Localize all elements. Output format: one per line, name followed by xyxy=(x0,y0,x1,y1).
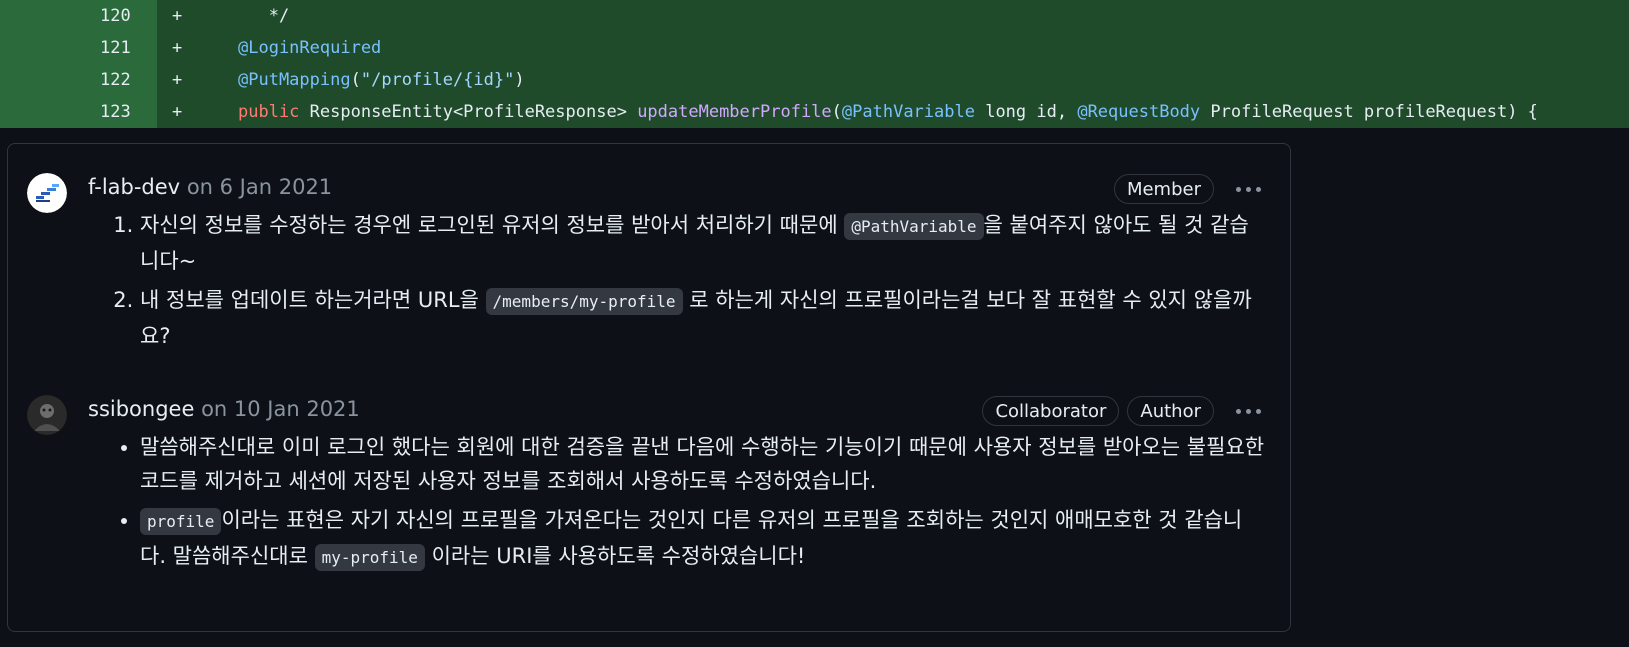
kebab-menu-icon[interactable] xyxy=(1232,174,1264,204)
author-badge: Author xyxy=(1127,396,1214,426)
comment-date[interactable]: on 6 Jan 2021 xyxy=(187,175,332,199)
author-link[interactable]: ssibongee xyxy=(88,397,194,421)
code-token: updateMemberProfile xyxy=(637,102,832,122)
code-line: */ xyxy=(238,0,289,32)
code-token: ) xyxy=(514,70,525,90)
code-token: */ xyxy=(238,6,290,26)
comment-badges: Member xyxy=(1113,174,1264,204)
avatar[interactable] xyxy=(27,395,67,435)
comment-header: f-lab-dev on 6 Jan 2021 xyxy=(88,172,332,202)
avatar[interactable] xyxy=(27,173,67,213)
code-line: @LoginRequired xyxy=(238,32,381,64)
diff-line: 123 + public ResponseEntity<ProfileRespons… xyxy=(0,96,1629,128)
comment-text: 자신의 정보를 수정하는 경우엔 로그인된 유저의 정보를 받아서 처리하기 때… xyxy=(140,213,845,237)
diff-added-sign: + xyxy=(172,70,183,90)
code-token: public xyxy=(238,102,300,122)
code-token: @RequestBody xyxy=(1077,102,1201,122)
comment-date[interactable]: on 10 Jan 2021 xyxy=(201,397,360,421)
line-number[interactable]: 122 xyxy=(100,64,148,96)
code-line: public ResponseEntity<ProfileResponse> u… xyxy=(238,96,1538,128)
diff-added-sign: + xyxy=(172,102,183,122)
code-token: ( xyxy=(831,102,842,122)
review-thread: f-lab-dev on 6 Jan 2021 Member 자신의 정보를 수… xyxy=(7,143,1291,632)
inline-code: profile xyxy=(140,508,222,535)
code-token: ProfileRequest profileRequest) { xyxy=(1200,102,1538,122)
diff-added-sign: + xyxy=(172,6,183,26)
comment-2: ssibongee on 10 Jan 2021 Collaborator Au… xyxy=(8,394,1292,614)
diff-added-sign: + xyxy=(172,38,183,58)
f-lab-logo-icon xyxy=(27,173,67,213)
code-token: ResponseEntity<ProfileResponse> xyxy=(299,102,638,122)
inline-code: my-profile xyxy=(314,544,425,571)
comment-text: 말씀해주신대로 이미 로그인 했다는 회원에 대한 검증을 끝낸 다음에 수행하… xyxy=(140,435,1265,493)
list-item: profile이라는 표현은 자기 자신의 프로필을 가져온다는 것인지 다른 … xyxy=(140,503,1266,575)
author-link[interactable]: f-lab-dev xyxy=(88,175,180,199)
comment-list: 말씀해주신대로 이미 로그인 했다는 회원에 대한 검증을 끝낸 다음에 수행하… xyxy=(106,430,1266,575)
member-badge: Member xyxy=(1113,174,1214,204)
comment-text: 내 정보를 업데이트 하는거라면 URL을 xyxy=(140,288,486,312)
comment-body: 말씀해주신대로 이미 로그인 했다는 회원에 대한 검증을 끝낸 다음에 수행하… xyxy=(106,430,1266,580)
diff-block: 120 + */ 121 + @LoginRequired 122 + @PutMapping… xyxy=(0,0,1629,128)
diff-line: 122 + @PutMapping("/profile/{id}") xyxy=(0,64,1629,96)
comment-badges: Collaborator Author xyxy=(982,396,1264,426)
comment-text: 이라는 URI를 사용하도록 수정하였습니다! xyxy=(424,544,806,568)
code-token: @LoginRequired xyxy=(238,38,382,58)
code-line: @PutMapping("/profile/{id}") xyxy=(238,64,525,96)
code-token: @PutMapping xyxy=(238,70,351,90)
user-photo-icon xyxy=(27,395,67,435)
code-token: ( xyxy=(350,70,361,90)
collaborator-badge: Collaborator xyxy=(982,396,1120,426)
comment-body: 자신의 정보를 수정하는 경우엔 로그인된 유저의 정보를 받아서 처리하기 때… xyxy=(106,208,1266,358)
comment-1: f-lab-dev on 6 Jan 2021 Member 자신의 정보를 수… xyxy=(8,172,1292,372)
line-number[interactable]: 121 xyxy=(100,32,148,64)
code-token: long id, xyxy=(974,102,1078,122)
line-number[interactable]: 123 xyxy=(100,96,148,128)
code-token: @PathVariable xyxy=(841,102,975,122)
inline-code: @PathVariable xyxy=(844,213,984,240)
list-item: 내 정보를 업데이트 하는거라면 URL을 /members/my-profil… xyxy=(140,283,1266,353)
comment-header: ssibongee on 10 Jan 2021 xyxy=(88,394,360,424)
inline-code: /members/my-profile xyxy=(485,288,683,315)
kebab-menu-icon[interactable] xyxy=(1232,396,1264,426)
list-item: 자신의 정보를 수정하는 경우엔 로그인된 유저의 정보를 받아서 처리하기 때… xyxy=(140,208,1266,278)
diff-line: 121 + @LoginRequired xyxy=(0,32,1629,64)
list-item: 말씀해주신대로 이미 로그인 했다는 회원에 대한 검증을 끝낸 다음에 수행하… xyxy=(140,430,1266,498)
diff-line: 120 + */ xyxy=(0,0,1629,32)
line-number[interactable]: 120 xyxy=(100,0,148,32)
code-token: "/profile/{id}" xyxy=(360,70,515,90)
comment-list: 자신의 정보를 수정하는 경우엔 로그인된 유저의 정보를 받아서 처리하기 때… xyxy=(106,208,1266,353)
